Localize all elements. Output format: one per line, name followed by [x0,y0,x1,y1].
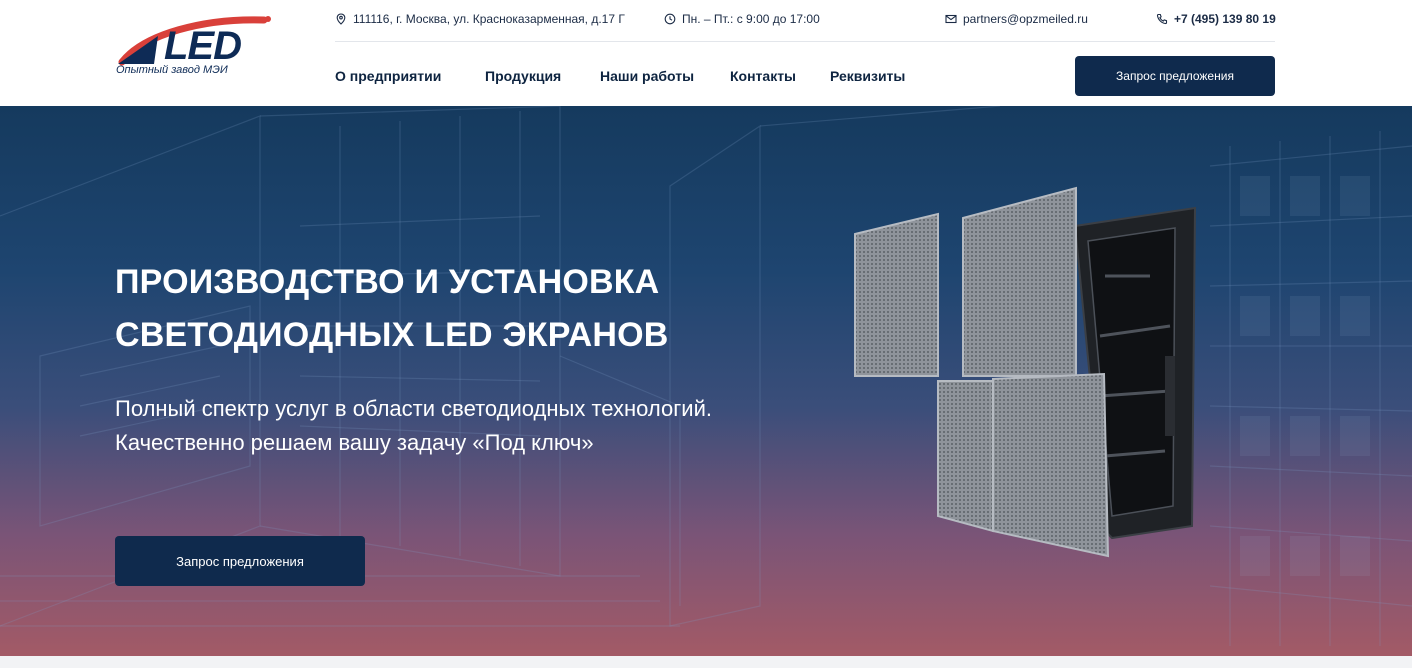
phone-link[interactable]: +7 (495) 139 80 19 [1174,12,1276,26]
hours-text: Пн. – Пт.: с 9:00 до 17:00 [682,12,820,26]
request-quote-hero-button[interactable]: Запрос предложения [115,536,365,586]
phone-contact[interactable]: +7 (495) 139 80 19 [1156,10,1276,28]
hero-title: ПРОИЗВОДСТВО И УСТАНОВКА СВЕТОДИОДНЫХ LE… [115,263,669,354]
led-panel-module-image [854,186,1197,558]
site-header: LED Опытный завод МЭИ 111116, г. Москва,… [0,0,1412,106]
address-contact: 111116, г. Москва, ул. Красноказарменная… [335,10,625,28]
nav-item-contacts[interactable]: Контакты [730,68,796,84]
logo-mark: LED [164,24,242,68]
next-section-edge [0,656,1412,668]
hours-contact: Пн. – Пт.: с 9:00 до 17:00 [664,10,820,28]
map-pin-icon [336,13,346,25]
hero-subtitle: Полный спектр услуг в области светодиодн… [115,396,712,455]
email-contact[interactable]: partners@opzmeiled.ru [945,10,1088,28]
hero-section: ПРОИЗВОДСТВО И УСТАНОВКА СВЕТОДИОДНЫХ LE… [0,106,1412,656]
nav-item-about[interactable]: О предприятии [335,68,441,84]
clock-icon [664,13,676,25]
logo-subtitle: Опытный завод МЭИ [116,64,228,76]
email-link[interactable]: partners@opzmeiled.ru [963,12,1088,26]
nav-item-requisites[interactable]: Реквизиты [830,68,905,84]
address-text: 111116, г. Москва, ул. Красноказарменная… [353,12,625,26]
nav-item-portfolio[interactable]: Наши работы [600,68,694,84]
header-divider [335,41,1275,42]
mail-icon [945,14,957,24]
nav-item-products[interactable]: Продукция [485,68,561,84]
phone-icon [1156,13,1168,25]
company-logo[interactable]: LED Опытный завод МЭИ [114,12,274,82]
request-quote-header-button[interactable]: Запрос предложения [1075,56,1275,96]
